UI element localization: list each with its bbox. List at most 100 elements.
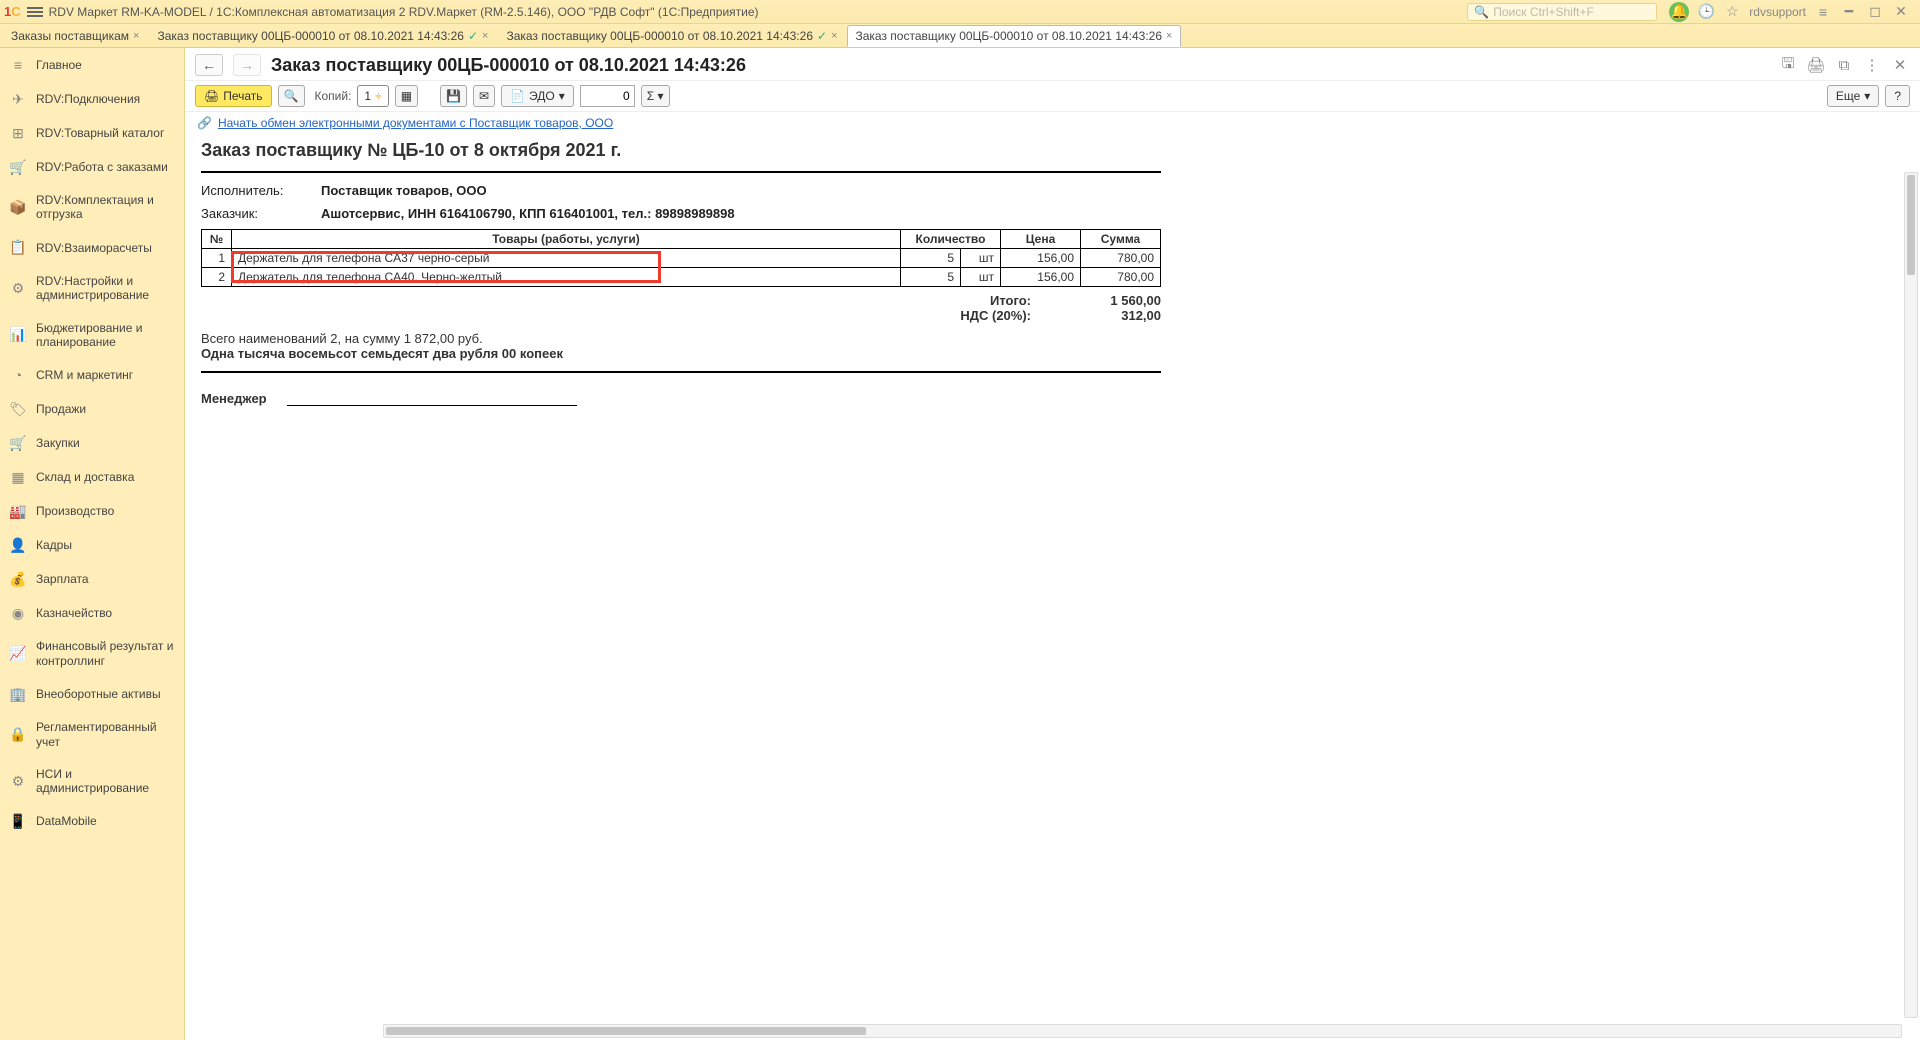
settings-icon[interactable]: ≡ bbox=[1814, 3, 1832, 21]
logo-1c-icon: 1C bbox=[4, 4, 21, 19]
sidebar-item[interactable]: 📈Финансовый результат и контроллинг bbox=[0, 630, 184, 677]
divider bbox=[201, 371, 1161, 373]
tab[interactable]: Заказ поставщику 00ЦБ-000010 от 08.10.20… bbox=[497, 25, 846, 47]
spinner-control[interactable]: 1 ÷ bbox=[357, 85, 388, 107]
main-area: ← → Заказ поставщику 00ЦБ-000010 от 08.1… bbox=[185, 48, 1920, 1040]
print-button[interactable]: 🖨 Печать bbox=[195, 85, 272, 107]
check-icon: ✓ bbox=[468, 29, 478, 43]
sidebar-item-icon: 🛒 bbox=[10, 159, 26, 175]
sidebar-item[interactable]: 🛒 RDV:Работа с заказами bbox=[0, 150, 184, 184]
sidebar-item[interactable]: 📋RDV:Взаиморасчеты bbox=[0, 231, 184, 265]
sidebar-item[interactable]: ⚙ RDV:Настройки и администрирование bbox=[0, 265, 184, 312]
more-menu-icon[interactable]: ⋮ bbox=[1862, 55, 1882, 75]
tab[interactable]: Заказ поставщику 00ЦБ-000010 от 08.10.20… bbox=[148, 25, 497, 47]
save-button[interactable]: 💾 bbox=[440, 85, 467, 107]
sidebar-item[interactable]: ✈ RDV:Подключения bbox=[0, 82, 184, 116]
tab-close-icon[interactable]: × bbox=[1166, 30, 1172, 42]
vat-value: 312,00 bbox=[1061, 308, 1161, 323]
check-icon: ✓ bbox=[817, 29, 827, 43]
table-icon-button[interactable]: ▦ bbox=[395, 85, 418, 107]
horizontal-scrollbar[interactable] bbox=[383, 1024, 1902, 1038]
sidebar-item[interactable]: 🔒Регламентированный учет bbox=[0, 711, 184, 758]
export-icon[interactable]: ⧉ bbox=[1834, 55, 1854, 75]
menu-icon[interactable] bbox=[27, 7, 43, 17]
copies-input[interactable] bbox=[580, 85, 635, 107]
sidebar-item[interactable]: ⚙НСИ и администрирование bbox=[0, 758, 184, 805]
cell-unit: шт bbox=[961, 249, 1001, 268]
sidebar-item[interactable]: ◔CRM и маркетинг bbox=[0, 358, 184, 392]
tab[interactable]: Заказы поставщикам× bbox=[2, 25, 148, 47]
chevron-down-icon: ▾ bbox=[1864, 89, 1870, 103]
sidebar-item-icon: 🔒 bbox=[10, 727, 26, 743]
sidebar-item[interactable]: ▦Склад и доставка bbox=[0, 460, 184, 494]
tab-close-icon[interactable]: × bbox=[133, 30, 139, 42]
more-button[interactable]: Еще ▾ bbox=[1827, 85, 1879, 107]
total-value: 1 560,00 bbox=[1061, 293, 1161, 308]
sidebar-item-label: RDV:Подключения bbox=[36, 92, 140, 106]
sidebar-item[interactable]: 📱 DataMobile bbox=[0, 805, 184, 839]
vertical-scrollbar[interactable] bbox=[1904, 172, 1918, 1018]
document-scroll[interactable]: Заказ поставщику № ЦБ-10 от 8 октября 20… bbox=[185, 136, 1920, 1040]
sidebar-item-icon: ⚙ bbox=[10, 280, 26, 296]
sidebar-item[interactable]: ≡Главное bbox=[0, 48, 184, 82]
sidebar-item[interactable]: ⊞RDV:Товарный каталог bbox=[0, 116, 184, 150]
preview-button[interactable]: 🔍 bbox=[278, 85, 305, 107]
sidebar-item[interactable]: 🛒Закупки bbox=[0, 426, 184, 460]
notifications-icon[interactable]: 🔔 bbox=[1669, 2, 1689, 22]
sidebar-item-label: Кадры bbox=[36, 538, 72, 552]
close-icon[interactable]: ✕ bbox=[1892, 3, 1910, 21]
sidebar-item-icon: ◔ bbox=[10, 367, 26, 383]
tab-close-icon[interactable]: × bbox=[482, 30, 488, 42]
sidebar-item[interactable]: 📦RDV:Комплектация и отгрузка bbox=[0, 184, 184, 231]
sidebar-item-label: RDV:Работа с заказами bbox=[36, 160, 168, 174]
mail-button[interactable]: ✉ bbox=[473, 85, 495, 107]
back-button[interactable]: ← bbox=[195, 54, 223, 76]
sidebar-item-icon: 📊 bbox=[10, 327, 26, 343]
minimize-icon[interactable]: ━ bbox=[1840, 3, 1858, 21]
sidebar-item[interactable]: ◉Казначейство bbox=[0, 596, 184, 630]
document-title: Заказ поставщику № ЦБ-10 от 8 октября 20… bbox=[201, 140, 1161, 161]
customer-value: Ашотсервис, ИНН 6164106790, КПП 61640100… bbox=[321, 206, 735, 221]
sidebar-item-icon: 🏢 bbox=[10, 686, 26, 702]
username[interactable]: rdvsupport bbox=[1749, 5, 1806, 19]
sidebar-item[interactable]: 🏭Производство bbox=[0, 494, 184, 528]
favorites-icon[interactable]: ☆ bbox=[1723, 3, 1741, 21]
sidebar-item[interactable]: 🏢Внеоборотные активы bbox=[0, 677, 184, 711]
edo-button[interactable]: 📄 ЭДО ▾ bbox=[501, 85, 574, 107]
sidebar-item-icon: 📱 bbox=[10, 814, 26, 830]
maximize-icon[interactable]: ◻ bbox=[1866, 3, 1884, 21]
search-input[interactable]: 🔍 Поиск Ctrl+Shift+F bbox=[1467, 3, 1657, 21]
edi-start-link[interactable]: Начать обмен электронными документами с … bbox=[218, 116, 613, 130]
print-icon[interactable]: 🖨 bbox=[1806, 55, 1826, 75]
sidebar-item-icon: 💰 bbox=[10, 571, 26, 587]
tab-label: Заказ поставщику 00ЦБ-000010 от 08.10.20… bbox=[157, 29, 464, 43]
sidebar-item[interactable]: 👤Кадры bbox=[0, 528, 184, 562]
cell-price: 156,00 bbox=[1001, 249, 1081, 268]
tab[interactable]: Заказ поставщику 00ЦБ-000010 от 08.10.20… bbox=[847, 25, 1182, 47]
search-icon: 🔍 bbox=[1474, 5, 1489, 19]
sidebar-item-icon: 🏭 bbox=[10, 503, 26, 519]
search-placeholder: Поиск Ctrl+Shift+F bbox=[1493, 5, 1594, 19]
save-icon[interactable]: 🖫 bbox=[1778, 55, 1798, 75]
sidebar-item-label: RDV:Настройки и администрирование bbox=[36, 274, 174, 303]
cell-num: 2 bbox=[202, 268, 232, 287]
help-button[interactable]: ? bbox=[1885, 85, 1910, 107]
close-tab-icon[interactable]: ✕ bbox=[1890, 55, 1910, 75]
sidebar-item[interactable]: 🏷Продажи bbox=[0, 392, 184, 426]
sidebar-item-icon: ✈ bbox=[10, 91, 26, 107]
forward-button[interactable]: → bbox=[233, 54, 261, 76]
divider bbox=[201, 171, 1161, 173]
sidebar-item[interactable]: 💰Зарплата bbox=[0, 562, 184, 596]
sidebar-item-label: Склад и доставка bbox=[36, 470, 134, 484]
history-icon[interactable]: 🕒 bbox=[1697, 3, 1715, 21]
sum-button[interactable]: Σ ▾ bbox=[641, 85, 670, 107]
total-label: Итого: bbox=[931, 293, 1031, 308]
edi-link-icon: 🔗 bbox=[197, 116, 212, 130]
page-title: Заказ поставщику 00ЦБ-000010 от 08.10.20… bbox=[271, 55, 746, 76]
cell-name: Держатель для телефона CA40, Черно-желты… bbox=[232, 268, 901, 287]
sidebar-item[interactable]: 📊Бюджетирование и планирование bbox=[0, 312, 184, 359]
tab-close-icon[interactable]: × bbox=[831, 30, 837, 42]
sidebar-item-icon: ⚙ bbox=[10, 773, 26, 789]
sidebar-item-label: DataMobile bbox=[36, 814, 97, 828]
sidebar-item-icon: 📋 bbox=[10, 240, 26, 256]
